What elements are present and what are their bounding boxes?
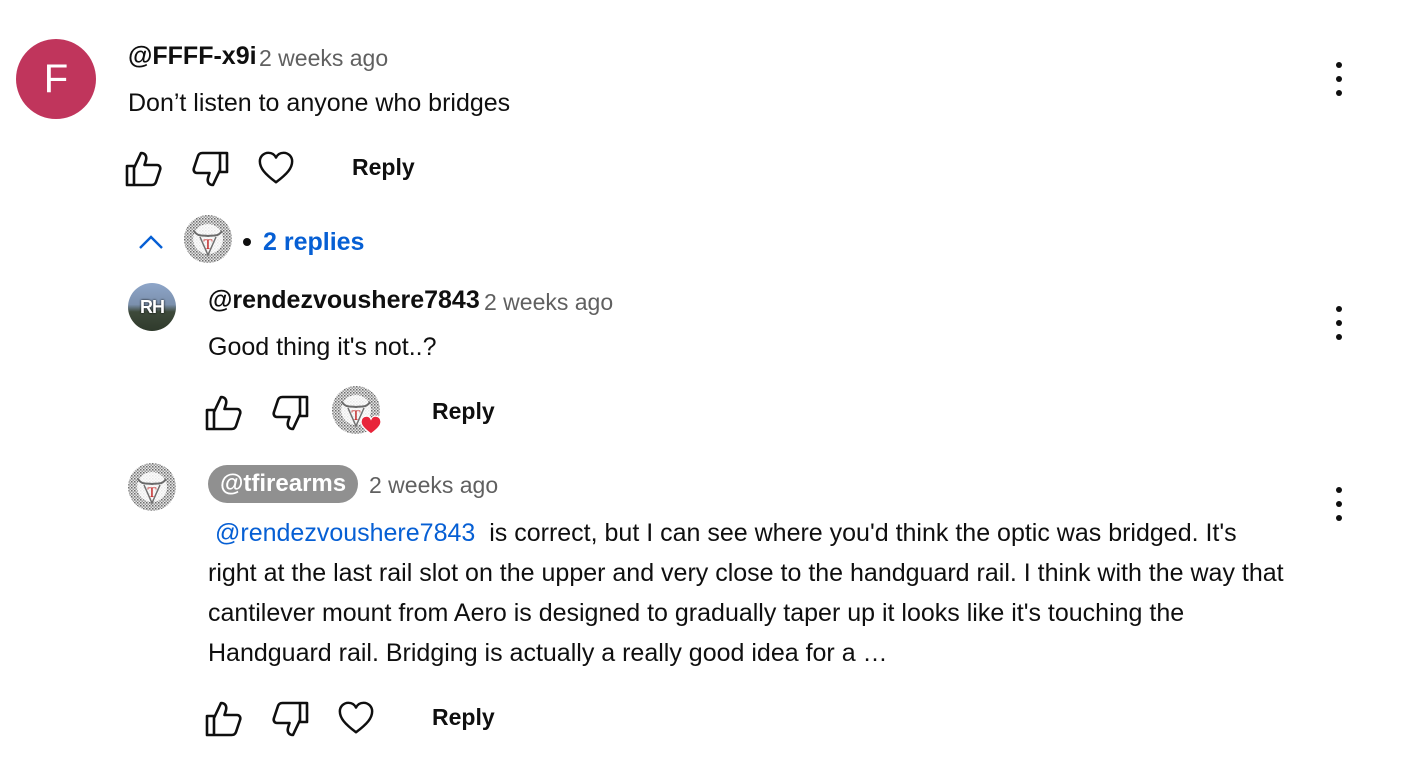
separator-dot <box>243 238 251 246</box>
more-vert-icon[interactable] <box>1334 62 1344 98</box>
reply-text: @rendezvoushere7843 is correct, but I ca… <box>208 513 1288 673</box>
avatar[interactable]: F <box>16 39 96 119</box>
heart-icon[interactable] <box>337 699 375 737</box>
chevron-up-icon[interactable] <box>137 232 165 252</box>
heart-icon[interactable] <box>257 149 295 187</box>
dislike-icon[interactable] <box>190 149 230 189</box>
avatar-letter: F <box>43 56 69 101</box>
reply-button[interactable]: Reply <box>432 704 495 731</box>
dislike-icon[interactable] <box>270 699 310 739</box>
dislike-icon[interactable] <box>270 393 310 433</box>
more-vert-icon[interactable] <box>1334 306 1344 342</box>
creator-heart-badge <box>332 386 388 438</box>
reply-text: Good thing it's not..? <box>208 333 437 361</box>
replies-toggle-link[interactable]: 2 replies <box>263 228 364 257</box>
like-icon[interactable] <box>204 393 244 433</box>
reply-button[interactable]: Reply <box>432 398 495 425</box>
creator-avatar-icon <box>184 215 232 263</box>
reply-button[interactable]: Reply <box>352 154 415 181</box>
like-icon[interactable] <box>204 699 244 739</box>
reply-author[interactable]: @rendezvoushere7843 <box>208 286 480 315</box>
reply-timestamp[interactable]: 2 weeks ago <box>484 289 613 316</box>
avatar[interactable]: RH <box>128 283 176 331</box>
comment-text: Don’t listen to anyone who bridges <box>128 89 511 117</box>
avatar[interactable] <box>128 463 176 511</box>
mention-link[interactable]: @rendezvoushere7843 <box>208 519 482 547</box>
heart-icon <box>360 415 382 435</box>
reply-timestamp[interactable]: 2 weeks ago <box>369 472 498 499</box>
more-vert-icon[interactable] <box>1334 487 1344 523</box>
like-icon[interactable] <box>124 149 164 189</box>
comment-author[interactable]: @FFFF-x9i <box>128 42 257 71</box>
avatar-initials: RH <box>140 296 165 317</box>
comment-timestamp[interactable]: 2 weeks ago <box>259 45 388 72</box>
creator-author-chip[interactable]: @tfirearms <box>208 465 359 503</box>
